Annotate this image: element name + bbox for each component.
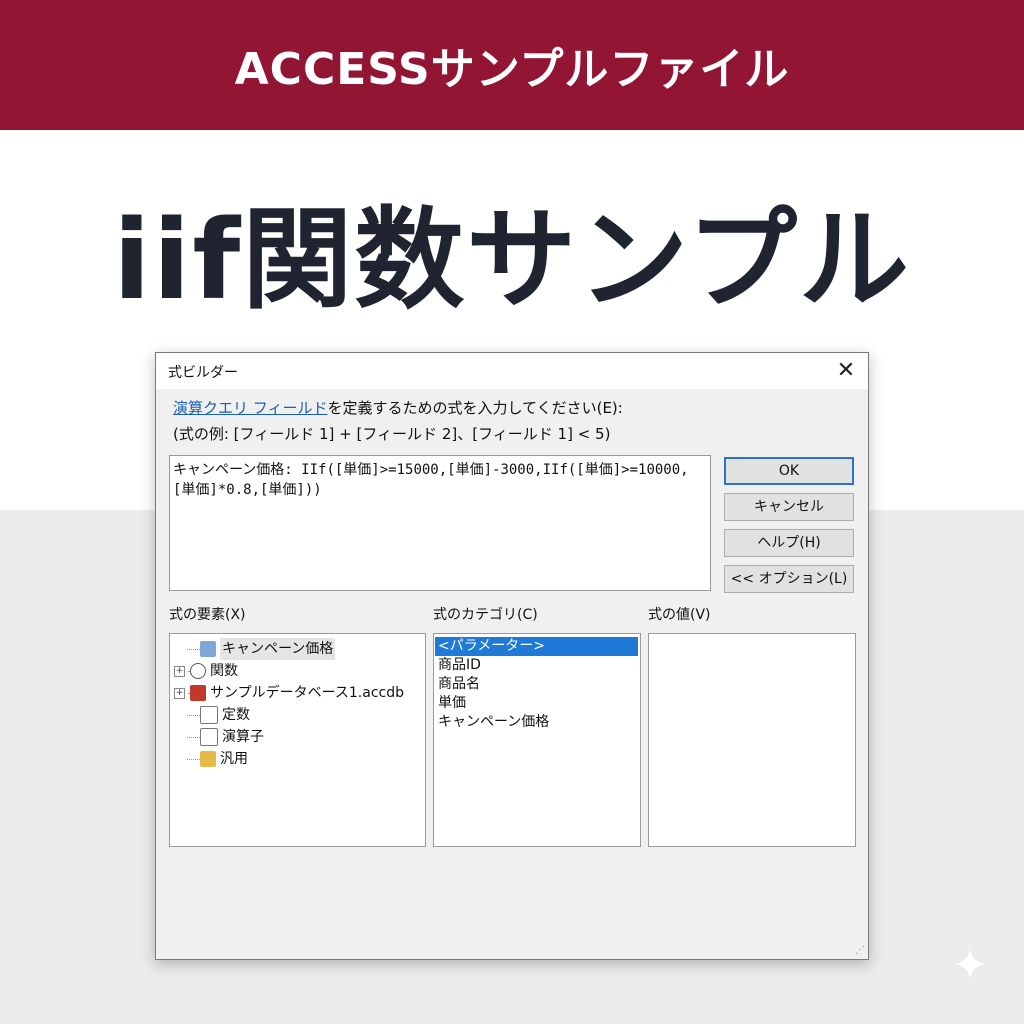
cancel-button[interactable]: キャンセル bbox=[724, 493, 854, 521]
operator-icon bbox=[200, 728, 218, 746]
tree-item-label: 関数 bbox=[210, 663, 238, 679]
categories-label: 式のカテゴリ(C) bbox=[433, 607, 538, 623]
expression-values-list[interactable] bbox=[648, 633, 856, 847]
dialog-titlebar: 式ビルダー ✕ bbox=[156, 353, 868, 389]
expand-icon[interactable]: + bbox=[174, 687, 185, 699]
tree-item-functions[interactable]: + 関数 bbox=[174, 660, 238, 682]
tree-item-label: 汎用 bbox=[220, 751, 248, 767]
instruction-text: 演算クエリ フィールドを定義するための式を入力してください(E): bbox=[173, 397, 623, 418]
example-text: (式の例: [フィールド 1] + [フィールド 2]、[フィールド 1] < … bbox=[173, 425, 611, 443]
resize-grip-icon[interactable]: ⋰ bbox=[855, 945, 865, 956]
sparkle-icon: ✦ bbox=[951, 940, 989, 991]
help-button[interactable]: ヘルプ(H) bbox=[724, 529, 854, 557]
options-button[interactable]: << オプション(L) bbox=[724, 565, 854, 593]
list-item[interactable]: 商品ID bbox=[435, 656, 481, 675]
list-item[interactable]: キャンペーン価格 bbox=[435, 713, 549, 732]
expression-builder-dialog: 式ビルダー ✕ 演算クエリ フィールドを定義するための式を入力してください(E)… bbox=[155, 352, 869, 960]
expression-text[interactable]: キャンペーン価格: IIf([単価]>=15000,[単価]-3000,IIf(… bbox=[173, 460, 707, 500]
list-item[interactable]: 単価 bbox=[435, 694, 466, 713]
calculated-field-link[interactable]: 演算クエリ フィールド bbox=[173, 399, 327, 417]
expression-categories-list[interactable]: <パラメーター> 商品ID 商品名 単価 キャンペーン価格 bbox=[433, 633, 641, 847]
common-icon bbox=[200, 751, 216, 767]
dialog-title: 式ビルダー bbox=[168, 365, 238, 381]
expand-icon[interactable]: + bbox=[174, 665, 185, 677]
banner-title: ACCESSサンプルファイル bbox=[234, 44, 790, 95]
tree-item-database[interactable]: + サンプルデータベース1.accdb bbox=[174, 682, 404, 704]
close-icon[interactable]: ✕ bbox=[832, 357, 860, 385]
tree-item-common[interactable]: 汎用 bbox=[174, 748, 248, 770]
hero-title: iif関数サンプル bbox=[113, 196, 911, 324]
tree-item-constants[interactable]: 定数 bbox=[174, 704, 250, 726]
tree-item-operators[interactable]: 演算子 bbox=[174, 726, 264, 748]
expression-elements-list[interactable]: キャンペーン価格 + 関数 + サンプルデータベース1.accdb 定数 演算子… bbox=[169, 633, 426, 847]
database-icon bbox=[190, 685, 206, 701]
function-icon bbox=[190, 663, 206, 679]
tree-item-label: サンプルデータベース1.accdb bbox=[210, 685, 404, 701]
elements-label: 式の要素(X) bbox=[169, 607, 246, 623]
list-item[interactable]: 商品名 bbox=[435, 675, 480, 694]
expression-input[interactable]: キャンペーン価格: IIf([単価]>=15000,[単価]-3000,IIf(… bbox=[169, 455, 711, 591]
tree-item-label: 演算子 bbox=[222, 729, 264, 745]
tree-item-campaign-price[interactable]: キャンペーン価格 bbox=[174, 638, 336, 660]
header-banner: ACCESSサンプルファイル bbox=[0, 0, 1024, 130]
values-label: 式の値(V) bbox=[648, 607, 711, 623]
constant-icon bbox=[200, 706, 218, 724]
form-field-icon bbox=[200, 641, 216, 657]
list-item[interactable]: <パラメーター> bbox=[435, 637, 638, 656]
instruction-rest: を定義するための式を入力してください(E): bbox=[327, 399, 623, 417]
tree-item-label: 定数 bbox=[222, 707, 250, 723]
ok-button[interactable]: OK bbox=[724, 457, 854, 485]
tree-item-label: キャンペーン価格 bbox=[220, 638, 336, 660]
